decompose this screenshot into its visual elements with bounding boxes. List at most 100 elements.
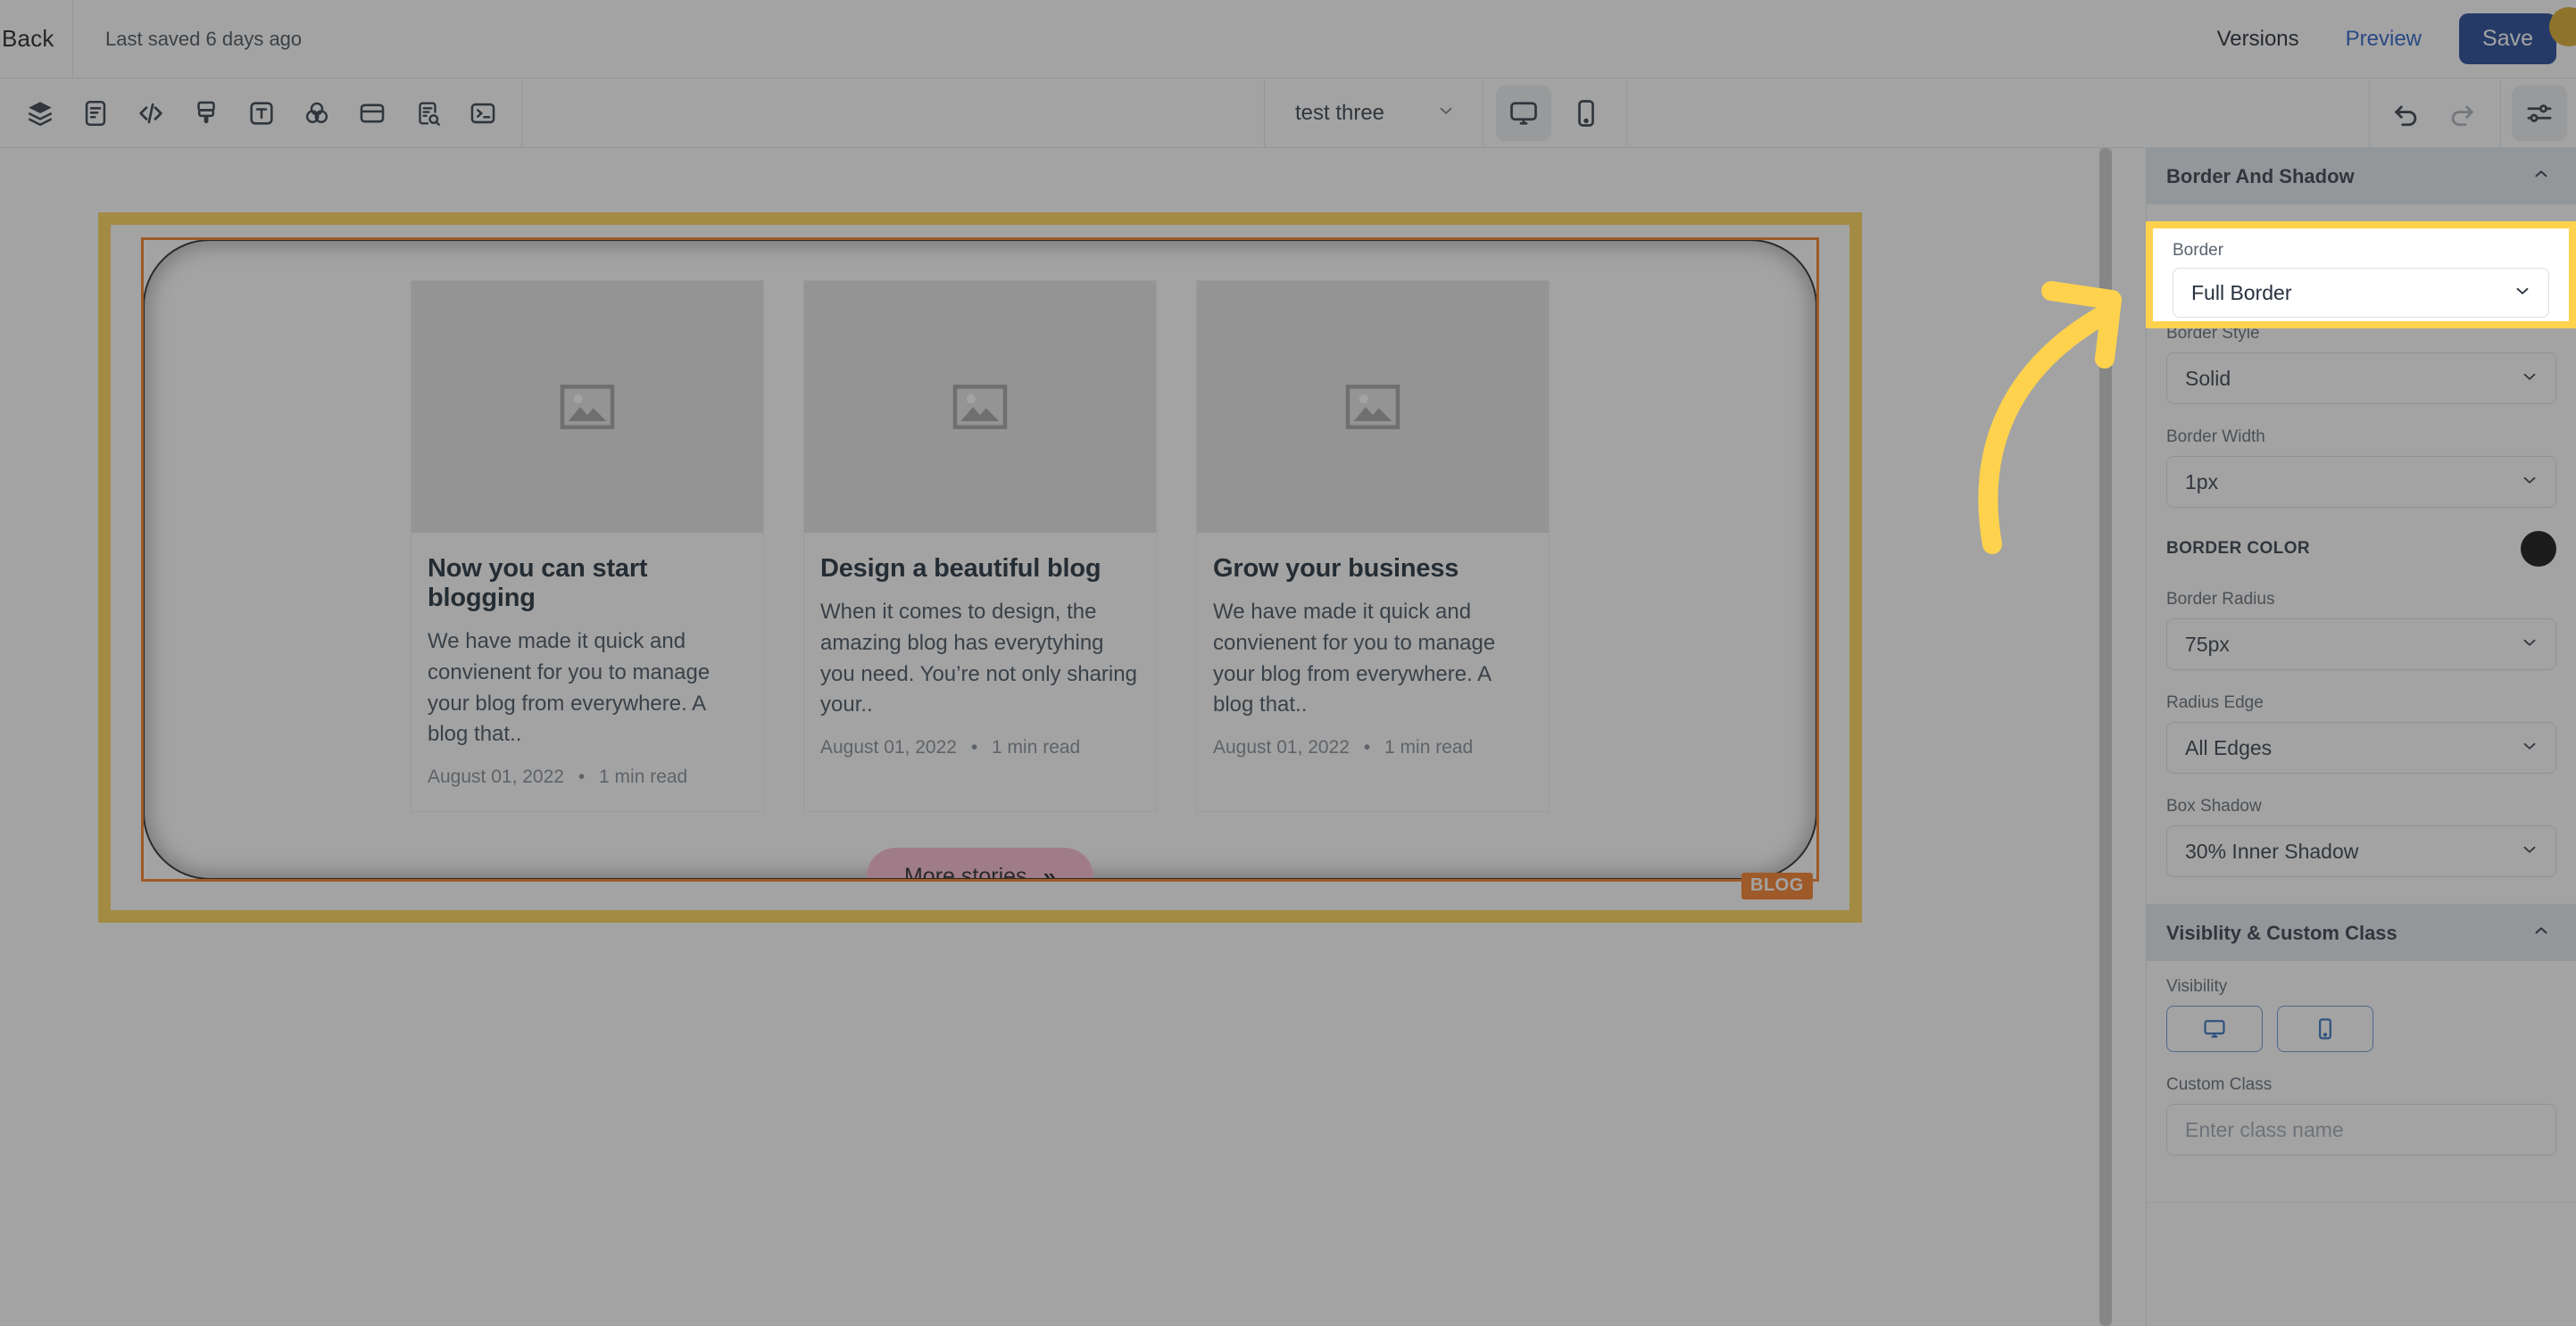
border-and-shadow-header[interactable]: Border And Shadow	[2147, 148, 2576, 204]
layers-icon[interactable]	[12, 86, 68, 141]
section-title: Border And Shadow	[2166, 164, 2355, 187]
toolbar-right-group	[2369, 78, 2576, 148]
image-icon	[1345, 385, 1400, 429]
section-title: Visiblity & Custom Class	[2166, 921, 2397, 944]
card-icon[interactable]	[345, 86, 400, 141]
border-width-select[interactable]: 1px	[2166, 456, 2556, 508]
chevron-down-icon	[2520, 736, 2539, 760]
chevron-up-icon	[2531, 164, 2551, 188]
blog-card-date: August 01, 2022	[428, 767, 564, 788]
blog-card[interactable]: Grow your business We have made it quick…	[1196, 280, 1550, 813]
blog-card-excerpt: When it comes to design, the amazing blo…	[820, 600, 1137, 717]
blog-section-preview[interactable]: Now you can start blogging We have made …	[143, 239, 1817, 880]
custom-class-input-wrap[interactable]: Enter class name	[2166, 1104, 2556, 1156]
highlight-border-label: Border	[2173, 241, 2224, 260]
meta-separator-dot: •	[578, 767, 586, 788]
versions-button[interactable]: Versions	[2194, 0, 2323, 79]
blog-card-title: Design a beautiful blog	[820, 554, 1101, 583]
border-radius-select[interactable]: 75px	[2166, 618, 2556, 670]
image-icon	[560, 385, 615, 429]
save-button[interactable]: Save	[2459, 13, 2556, 64]
redo-icon[interactable]	[2434, 86, 2489, 141]
visibility-desktop-icon[interactable]	[2166, 1006, 2263, 1052]
visibility-label: Visibility	[2166, 977, 2228, 996]
blog-card[interactable]: Design a beautiful blog When it comes to…	[803, 280, 1157, 813]
image-placeholder	[804, 281, 1156, 533]
border-width-field: Border Width 1px	[2166, 427, 2556, 508]
radius-edge-value: All Edges	[2185, 735, 2273, 759]
image-icon	[952, 385, 1008, 429]
border-style-field: Border Style Solid	[2166, 324, 2556, 404]
canvas-scrollbar[interactable]	[2099, 148, 2112, 1326]
blog-card-title: Now you can start blogging	[428, 554, 648, 612]
border-color-row: BORDER COLOR	[2166, 531, 2556, 567]
radius-edge-select[interactable]: All Edges	[2166, 722, 2556, 774]
toolbar-divider	[2500, 78, 2501, 148]
blog-card-meta: August 01, 2022 • 1 min read	[820, 737, 1140, 758]
blog-card-body: Now you can start blogging We have made …	[411, 533, 763, 811]
highlight-border-select[interactable]: Full Border	[2173, 268, 2549, 318]
box-shadow-label: Box Shadow	[2166, 797, 2262, 816]
blog-card-body: Design a beautiful blog When it comes to…	[804, 533, 1156, 782]
highlighted-border-field: Border Full Border	[2146, 221, 2576, 328]
page-selector-dropdown[interactable]: test three	[1263, 78, 1484, 148]
canvas-scrollbar-thumb[interactable]	[2099, 148, 2112, 1326]
undo-icon[interactable]	[2379, 86, 2434, 141]
visibility-custom-class-section: Visiblity & Custom Class Visibility Cust…	[2147, 905, 2576, 1203]
more-stories-button[interactable]: More stories »	[866, 848, 1093, 878]
meta-separator-dot: •	[970, 737, 978, 758]
custom-class-field: Custom Class Enter class name	[2166, 1075, 2556, 1156]
visibility-field: Visibility	[2166, 977, 2556, 1052]
chevron-down-icon	[2520, 367, 2539, 391]
preview-button[interactable]: Preview	[2323, 0, 2445, 79]
custom-class-label: Custom Class	[2166, 1075, 2273, 1094]
blog-card-readtime: 1 min read	[992, 737, 1081, 758]
border-width-value: 1px	[2185, 469, 2219, 493]
visibility-mobile-icon[interactable]	[2277, 1006, 2373, 1052]
visibility-section-header[interactable]: Visiblity & Custom Class	[2147, 905, 2576, 961]
border-radius-label: Border Radius	[2166, 590, 2275, 609]
box-shadow-select[interactable]: 30% Inner Shadow	[2166, 825, 2556, 877]
chevron-down-icon	[2513, 281, 2532, 305]
box-shadow-field: Box Shadow 30% Inner Shadow	[2166, 797, 2556, 877]
app-root: Back Last saved 6 days ago Versions Prev…	[0, 0, 2576, 1326]
top-bar: Back Last saved 6 days ago Versions Prev…	[0, 0, 2576, 79]
editor-toolbar: test three	[0, 78, 2576, 148]
text-icon[interactable]	[234, 86, 289, 141]
visibility-toggle-group	[2166, 1006, 2556, 1052]
console-icon[interactable]	[455, 86, 511, 141]
blog-card-readtime: 1 min read	[599, 767, 688, 788]
blog-card-excerpt: We have made it quick and convienent for…	[1213, 600, 1496, 717]
border-radius-field: Border Radius 75px	[2166, 590, 2556, 670]
chevron-down-icon	[2520, 470, 2539, 494]
toolbar-left-group	[0, 78, 522, 148]
blog-card-meta: August 01, 2022 • 1 min read	[1213, 737, 1533, 758]
pages-icon[interactable]	[68, 86, 123, 141]
device-toggle-group	[1483, 78, 1628, 148]
settings-sliders-icon[interactable]	[2512, 85, 2567, 141]
mobile-icon[interactable]	[1558, 86, 1614, 141]
last-saved-status: Last saved 6 days ago	[73, 0, 2194, 79]
brush-icon[interactable]	[179, 86, 234, 141]
blog-card-date: August 01, 2022	[820, 737, 957, 758]
more-stories-row: More stories »	[145, 848, 1816, 878]
back-label: Back	[2, 25, 54, 52]
custom-class-input[interactable]: Enter class name	[2185, 1118, 2344, 1142]
chevron-down-icon	[2520, 633, 2539, 657]
highlight-border-value: Full Border	[2191, 280, 2292, 304]
top-bar-actions: Versions Preview Save	[2194, 0, 2576, 79]
code-icon[interactable]	[123, 86, 179, 141]
border-color-swatch[interactable]	[2521, 531, 2556, 567]
blog-card-body: Grow your business We have made it quick…	[1197, 533, 1549, 782]
border-style-select[interactable]: Solid	[2166, 352, 2556, 404]
radius-edge-field: Radius Edge All Edges	[2166, 693, 2556, 774]
seo-icon[interactable]	[400, 86, 455, 141]
back-button[interactable]: Back	[0, 0, 73, 79]
desktop-icon[interactable]	[1496, 85, 1552, 141]
blog-card[interactable]: Now you can start blogging We have made …	[411, 280, 764, 813]
meta-separator-dot: •	[1363, 737, 1371, 758]
border-width-label: Border Width	[2166, 427, 2265, 446]
image-placeholder	[411, 281, 763, 533]
blog-card-date: August 01, 2022	[1213, 737, 1350, 758]
color-icon[interactable]	[289, 86, 345, 141]
